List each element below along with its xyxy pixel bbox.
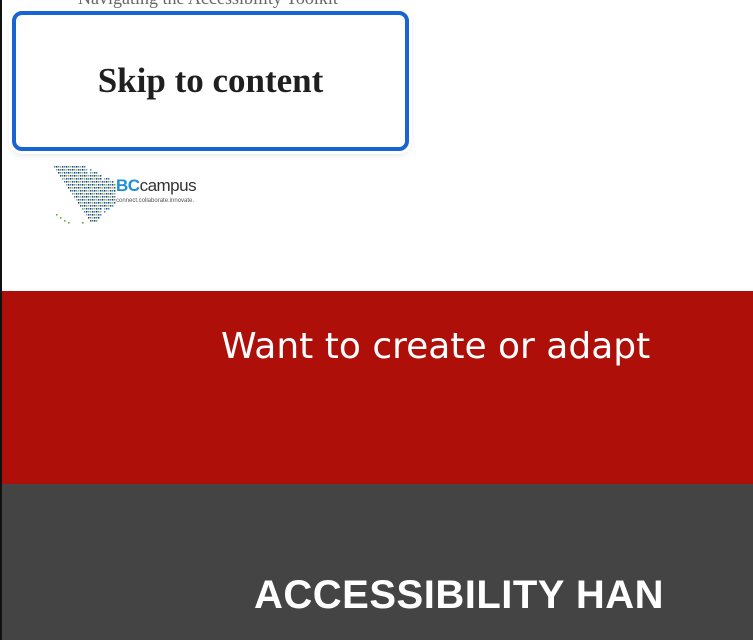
- clipped-top-text: Navigating the Accessibility Toolkit: [78, 0, 338, 9]
- logo-bc-text: BC: [116, 176, 140, 195]
- logo-wordmark: BCcampus: [116, 176, 197, 196]
- promo-banner-text: Want to create or adapt: [221, 326, 651, 367]
- book-title[interactable]: ACCESSIBILITY HAN: [254, 573, 664, 618]
- bc-map-logo-icon: [54, 166, 116, 224]
- logo-campus-text: campus: [139, 176, 197, 195]
- skip-to-content-link[interactable]: Skip to content: [12, 11, 409, 151]
- bccampus-logo[interactable]: BCcampus connect.collaborate.innovate.: [52, 164, 228, 226]
- page-left-border: [0, 0, 2, 640]
- promo-banner: Want to create or adapt: [0, 291, 753, 484]
- book-header: ACCESSIBILITY HAN: [0, 484, 753, 640]
- logo-tagline: connect.collaborate.innovate.: [116, 198, 195, 204]
